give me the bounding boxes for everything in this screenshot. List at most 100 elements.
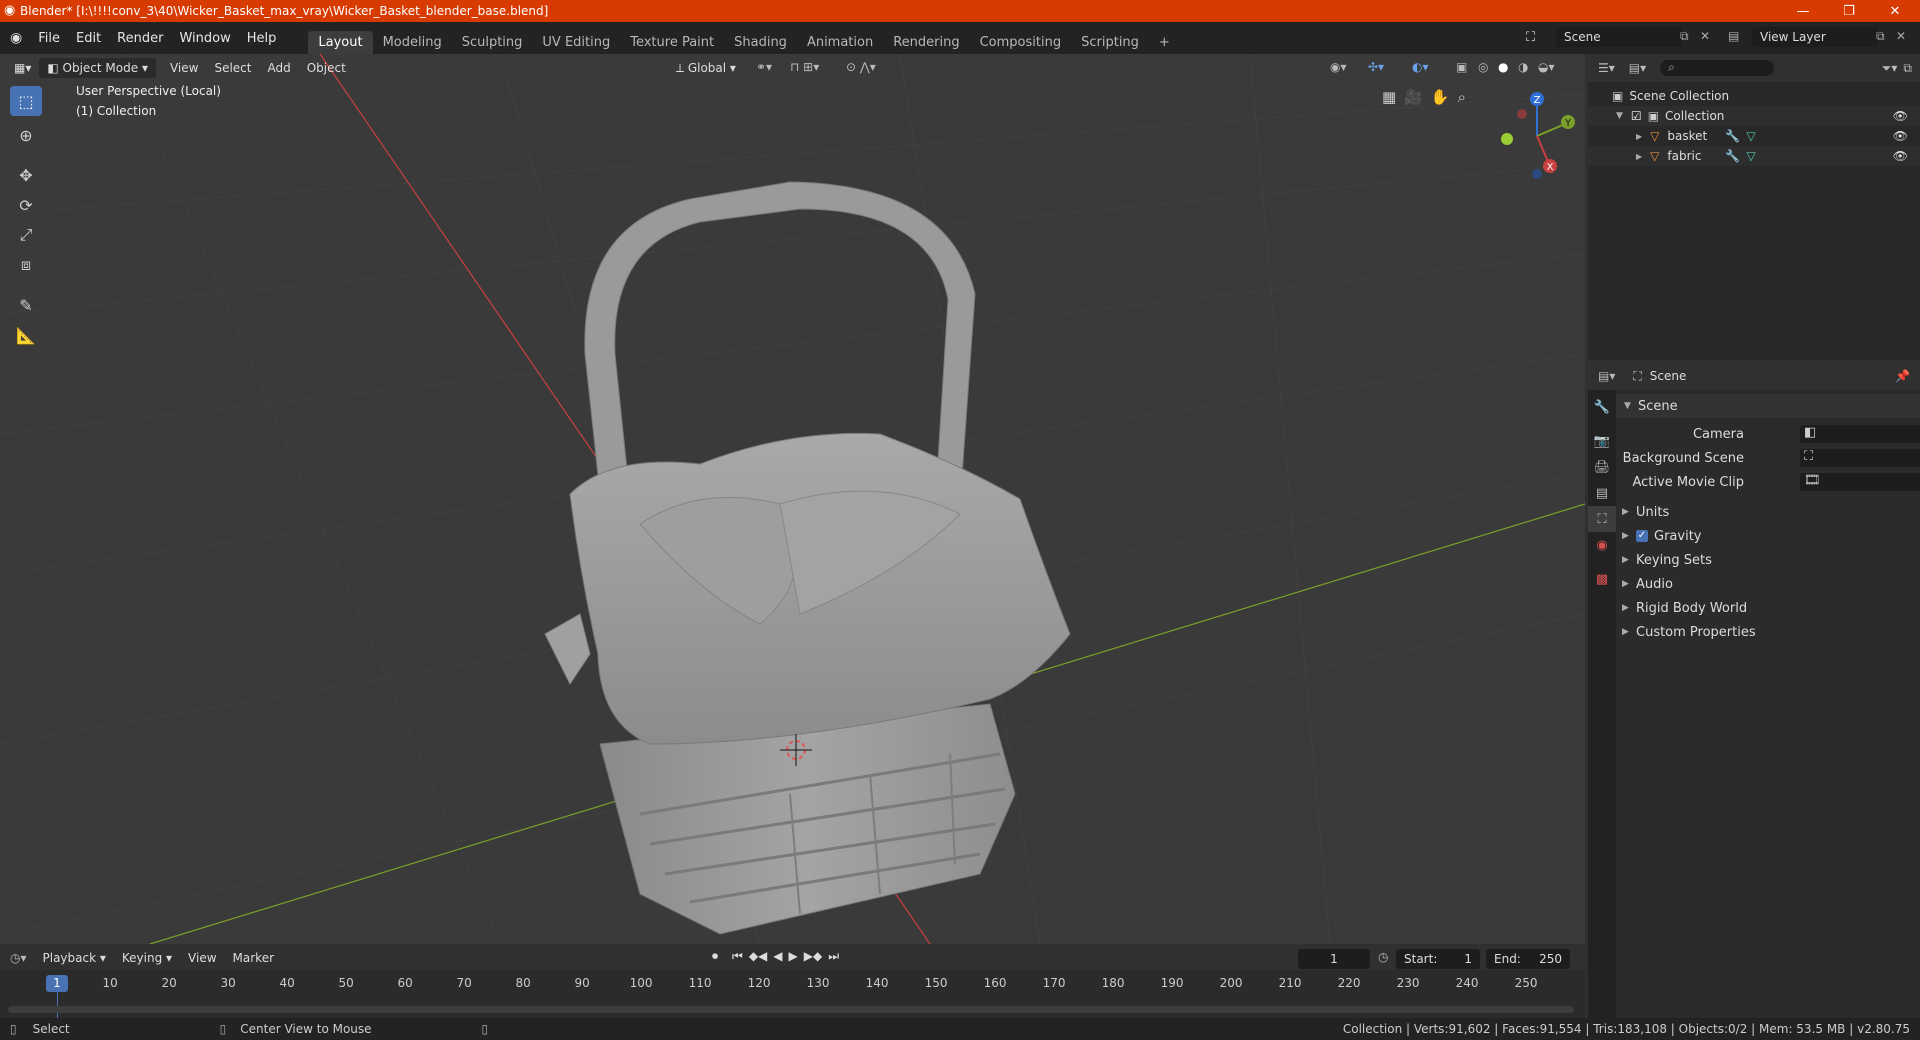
- menu-add[interactable]: Add: [259, 58, 298, 78]
- tab-uv-editing[interactable]: UV Editing: [532, 31, 620, 54]
- tab-compositing[interactable]: Compositing: [970, 31, 1072, 54]
- tool-tab-icon[interactable]: 🔧: [1588, 394, 1616, 420]
- properties-editor-icon[interactable]: ▤▾: [1588, 369, 1615, 383]
- menu-view[interactable]: View: [162, 58, 206, 78]
- material-shading-icon[interactable]: ◑: [1518, 60, 1528, 74]
- eye-icon[interactable]: 👁: [1893, 129, 1908, 143]
- eye-icon[interactable]: 👁: [1893, 109, 1908, 123]
- scene-field[interactable]: Scene: [1556, 27, 1682, 47]
- navigation-gizmo[interactable]: Z Y X: [1492, 84, 1582, 184]
- editor-type-icon[interactable]: ▦▾: [6, 58, 39, 78]
- menu-help[interactable]: Help: [239, 31, 285, 46]
- audio-panel[interactable]: ▶ Audio: [1616, 572, 1920, 596]
- select-box-tool-icon[interactable]: ⬚: [10, 86, 42, 116]
- mode-select[interactable]: ◧ Object Mode ▾: [39, 58, 156, 78]
- toggle-grid-view-icon[interactable]: ▦: [1382, 88, 1396, 106]
- camera-field[interactable]: ◧✒: [1800, 425, 1920, 443]
- output-tab-icon[interactable]: 🖨: [1588, 454, 1616, 480]
- tab-animation[interactable]: Animation: [797, 31, 883, 54]
- mesh-data-icon[interactable]: ▽: [1746, 129, 1755, 143]
- tab-shading[interactable]: Shading: [724, 31, 797, 54]
- overlay-toggle-icon[interactable]: ◐▾: [1412, 60, 1429, 74]
- timeline-scrollbar[interactable]: [8, 1006, 1574, 1013]
- visibility-icon[interactable]: ◉▾: [1330, 60, 1347, 74]
- outliner-editor-icon[interactable]: ☰▾: [1588, 61, 1615, 75]
- pin-icon[interactable]: 📌: [1895, 369, 1920, 383]
- pivot-icon[interactable]: ⚭▾: [756, 60, 772, 74]
- render-tab-icon[interactable]: 📷: [1588, 428, 1616, 454]
- new-view-layer-icon[interactable]: ⧉: [1876, 29, 1885, 44]
- filter-icon[interactable]: ⏷▾: [1882, 61, 1904, 76]
- units-panel[interactable]: ▶ Units: [1616, 500, 1920, 524]
- expand-arrow-icon[interactable]: ▶: [1636, 152, 1642, 161]
- pan-view-icon[interactable]: ✋: [1431, 88, 1450, 106]
- zoom-view-icon[interactable]: ⌕: [1458, 88, 1466, 106]
- eye-icon[interactable]: 👁: [1893, 149, 1908, 163]
- move-tool-icon[interactable]: ✥: [10, 160, 42, 190]
- outliner-object-basket[interactable]: ▶ ▽ basket 🔧 ▽ 👁: [1588, 126, 1920, 146]
- transform-tool-icon[interactable]: ⧈: [10, 250, 42, 280]
- rendered-shading-icon[interactable]: ◒▾: [1538, 60, 1555, 74]
- menu-window[interactable]: Window: [171, 31, 238, 46]
- active-movie-clip-field[interactable]: 🎞: [1800, 473, 1920, 491]
- xray-icon[interactable]: ▣: [1456, 60, 1467, 74]
- texture-tab-icon[interactable]: ▩: [1588, 566, 1616, 592]
- menu-object[interactable]: Object: [299, 58, 354, 78]
- custom-properties-panel[interactable]: ▶ Custom Properties: [1616, 620, 1920, 644]
- tab-scripting[interactable]: Scripting: [1071, 31, 1149, 54]
- snap-icon[interactable]: ⊓ ⊞▾: [790, 60, 819, 74]
- new-scene-icon[interactable]: ⧉: [1680, 29, 1689, 44]
- rotate-tool-icon[interactable]: ⟳: [10, 190, 42, 220]
- minimize-button[interactable]: —: [1780, 0, 1826, 22]
- solid-shading-icon[interactable]: ●: [1498, 60, 1508, 74]
- 3d-viewport[interactable]: ▦▾ ◧ Object Mode ▾ View Select Add Objec…: [0, 54, 1585, 944]
- view-layer-tab-icon[interactable]: ▤: [1588, 480, 1616, 506]
- cursor-tool-icon[interactable]: ⊕: [10, 120, 42, 150]
- gizmo-toggle-icon[interactable]: ✣▾: [1368, 60, 1384, 74]
- blender-menu-icon[interactable]: ◉: [0, 30, 30, 46]
- outliner-collection[interactable]: ▼ ☑ ▣ Collection 👁: [1588, 106, 1920, 126]
- scale-tool-icon[interactable]: ⤢: [10, 220, 42, 250]
- display-mode-icon[interactable]: ▤▾: [1615, 61, 1646, 75]
- world-tab-icon[interactable]: ◉: [1588, 532, 1616, 558]
- modifier-wrench-icon[interactable]: 🔧: [1725, 149, 1740, 163]
- orientation-select[interactable]: ⟂ Global ▾: [668, 58, 744, 79]
- wireframe-shading-icon[interactable]: ◎: [1478, 60, 1488, 74]
- view-layer-field[interactable]: View Layer: [1752, 27, 1878, 47]
- camera-view-icon[interactable]: 🎥: [1404, 88, 1423, 106]
- maximize-button[interactable]: ❐: [1826, 0, 1872, 22]
- expand-arrow-icon[interactable]: ▼: [1616, 111, 1623, 121]
- tab-rendering[interactable]: Rendering: [883, 31, 969, 54]
- gravity-checkbox[interactable]: ✓: [1636, 530, 1648, 542]
- new-collection-icon[interactable]: ⧉: [1903, 61, 1920, 76]
- outliner-search-input[interactable]: ⌕: [1660, 60, 1775, 76]
- mesh-data-icon[interactable]: ▽: [1746, 149, 1755, 163]
- menu-file[interactable]: File: [30, 31, 68, 46]
- annotate-tool-icon[interactable]: ✎: [10, 290, 42, 320]
- tab-layout[interactable]: Layout: [308, 31, 373, 54]
- measure-tool-icon[interactable]: 📐: [10, 320, 42, 350]
- proportional-edit-icon[interactable]: ⊙ ⋀▾: [846, 60, 876, 74]
- checkbox-icon[interactable]: ☑: [1631, 109, 1642, 123]
- modifier-wrench-icon[interactable]: 🔧: [1725, 129, 1740, 143]
- rigid-body-world-panel[interactable]: ▶ Rigid Body World: [1616, 596, 1920, 620]
- close-button[interactable]: ✕: [1872, 0, 1918, 22]
- menu-edit[interactable]: Edit: [68, 31, 109, 46]
- menu-render[interactable]: Render: [109, 31, 171, 46]
- delete-view-layer-icon[interactable]: ✕: [1896, 29, 1906, 43]
- outliner-object-fabric[interactable]: ▶ ▽ fabric 🔧 ▽ 👁: [1588, 146, 1920, 166]
- tab-modeling[interactable]: Modeling: [373, 31, 452, 54]
- gravity-panel[interactable]: ▶ ✓ Gravity: [1616, 524, 1920, 548]
- scene-panel-header[interactable]: ▼ Scene: [1616, 394, 1920, 418]
- scene-tab-icon[interactable]: ⛶: [1588, 506, 1616, 532]
- add-workspace-button[interactable]: +: [1149, 31, 1180, 54]
- keying-sets-panel[interactable]: ▶ Keying Sets: [1616, 548, 1920, 572]
- expand-arrow-icon[interactable]: ▶: [1636, 132, 1642, 141]
- tab-sculpting[interactable]: Sculpting: [452, 31, 533, 54]
- menu-select[interactable]: Select: [206, 58, 259, 78]
- delete-scene-icon[interactable]: ✕: [1700, 29, 1710, 43]
- panel-title: Custom Properties: [1636, 624, 1756, 640]
- tab-texture-paint[interactable]: Texture Paint: [620, 31, 724, 54]
- outliner-scene-collection[interactable]: ▣ Scene Collection: [1588, 86, 1920, 106]
- background-scene-field[interactable]: ⛶: [1800, 449, 1920, 467]
